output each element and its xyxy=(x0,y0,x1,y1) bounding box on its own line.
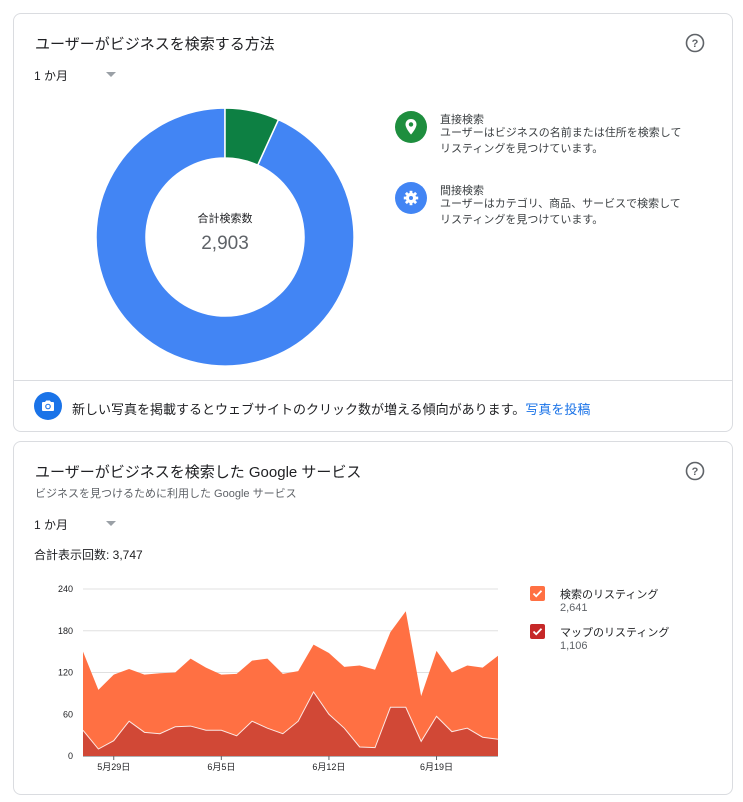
legend-description: ユーザーはビジネスの名前または住所を検索してリスティングを見つけています。 xyxy=(440,127,682,155)
y-tick-label: 180 xyxy=(58,626,73,636)
x-tick-label: 6月5日 xyxy=(207,762,235,772)
camera-icon xyxy=(34,392,62,420)
post-photo-link[interactable]: 写真を投稿 xyxy=(525,402,590,417)
google-services-card: ユーザーがビジネスを検索した Google サービス ビジネスを見つけるために利… xyxy=(13,441,733,795)
tip-message: 新しい写真を掲載するとウェブサイトのクリック数が増える傾向があります。 xyxy=(72,402,526,417)
checkbox-checked-icon[interactable] xyxy=(530,586,545,601)
y-tick-label: 60 xyxy=(63,709,73,719)
donut-center-value: 2,903 xyxy=(201,233,249,254)
series-name: マップのリスティング xyxy=(560,627,670,639)
search-method-card: ユーザーがビジネスを検索する方法 ? 1 か月 合計検索数 2,903 直接検索… xyxy=(13,13,733,432)
y-tick-label: 0 xyxy=(68,751,73,761)
map-pin-icon xyxy=(395,111,427,143)
photo-tip: 新しい写真を掲載するとウェブサイトのクリック数が増える傾向があります。写真を投稿 xyxy=(34,392,714,420)
tip-text: 新しい写真を掲載するとウェブサイトのクリック数が増える傾向があります。写真を投稿 xyxy=(72,399,590,418)
x-tick-label: 5月29日 xyxy=(97,762,130,772)
x-tick-label: 6月12日 xyxy=(312,762,345,772)
y-tick-label: 240 xyxy=(58,584,73,594)
series-name: 検索のリスティング xyxy=(560,589,659,601)
series-value: 2,641 xyxy=(560,602,588,614)
legend-description: ユーザーはカテゴリ、商品、サービスで検索してリスティングを見つけています。 xyxy=(440,198,681,226)
gear-icon xyxy=(395,182,427,214)
donut-center-label: 合計検索数 xyxy=(197,213,253,225)
y-tick-label: 120 xyxy=(58,668,73,678)
checkbox-checked-icon[interactable] xyxy=(530,624,545,639)
series-value: 1,106 xyxy=(560,640,588,652)
divider xyxy=(14,380,732,381)
area-chart: 0 60 120 180 240 5月29日 6月5日 6月12日 6月19日 xyxy=(58,584,499,772)
x-tick-label: 6月19日 xyxy=(420,762,453,772)
